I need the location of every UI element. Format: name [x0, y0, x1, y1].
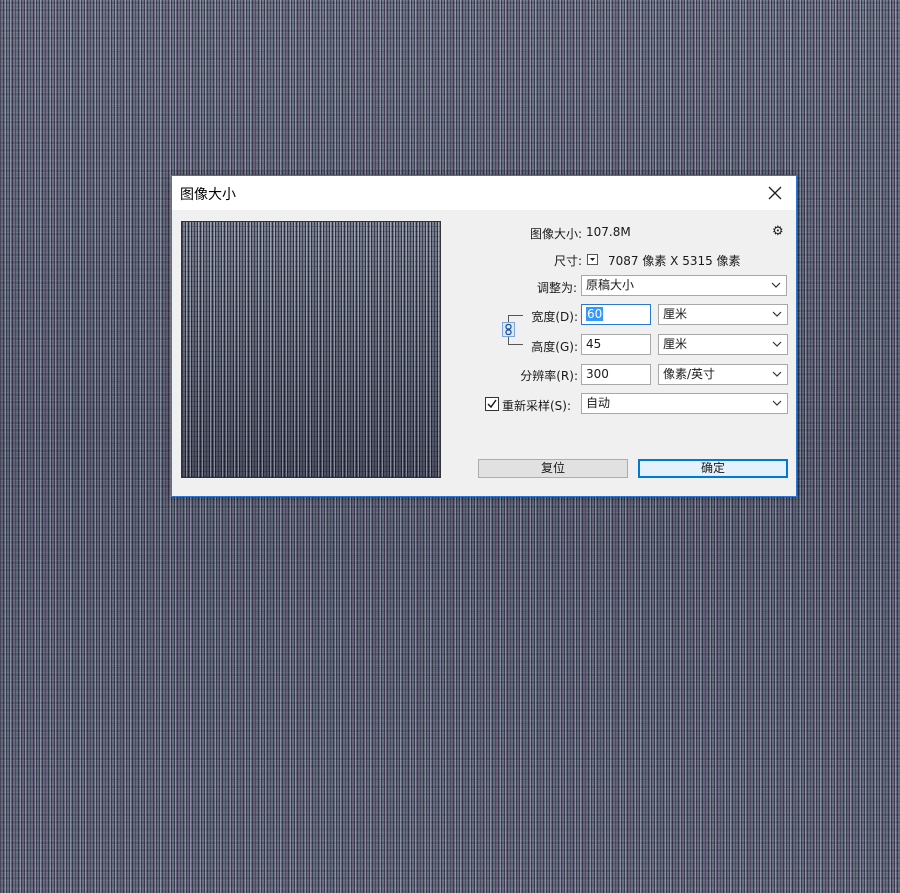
image-preview[interactable] — [181, 221, 441, 478]
reset-button[interactable]: 复位 — [478, 459, 628, 478]
image-size-dialog: 图像大小 图像大小: 107.8M ⚙ 尺寸: 7087 像素 X 5315 像… — [171, 175, 797, 497]
resample-label: 重新采样(S): — [502, 399, 572, 413]
resolution-unit-value: 像素/英寸 — [663, 367, 716, 381]
width-unit-select[interactable]: 厘米 — [658, 304, 788, 325]
chevron-down-icon — [772, 400, 782, 406]
fit-to-value: 原稿大小 — [586, 278, 635, 292]
dimensions-value: 7087 像素 X 5315 像素 — [608, 254, 741, 268]
gear-icon[interactable]: ⚙ — [772, 224, 784, 239]
chevron-down-icon — [772, 341, 782, 347]
chevron-down-icon — [772, 371, 782, 377]
fit-to-select[interactable]: 原稿大小 — [581, 275, 787, 296]
height-unit-select[interactable]: 厘米 — [658, 334, 788, 355]
chevron-down-icon — [771, 282, 781, 288]
width-value: 60 — [586, 307, 604, 321]
dialog-title: 图像大小 — [180, 187, 236, 203]
close-icon — [768, 186, 782, 200]
resolution-unit-select[interactable]: 像素/英寸 — [658, 364, 788, 385]
resample-checkbox[interactable] — [485, 397, 499, 411]
dialog-titlebar[interactable]: 图像大小 — [172, 176, 796, 210]
close-button[interactable] — [760, 179, 790, 207]
dimensions-unit-button[interactable] — [587, 254, 598, 265]
ok-button[interactable]: 确定 — [638, 459, 788, 478]
resolution-value: 300 — [586, 367, 609, 381]
image-size-label: 图像大小: — [529, 227, 582, 241]
chevron-down-icon — [772, 311, 782, 317]
width-input[interactable]: 60 — [581, 304, 651, 325]
image-size-value: 107.8M — [586, 225, 631, 239]
height-value: 45 — [586, 337, 602, 351]
height-unit-value: 厘米 — [663, 337, 688, 351]
width-unit-value: 厘米 — [663, 307, 688, 321]
dimensions-label: 尺寸: — [553, 254, 582, 268]
height-input[interactable]: 45 — [581, 334, 651, 355]
resolution-label: 分辨率(R): — [520, 369, 578, 383]
checkmark-icon — [487, 399, 497, 409]
link-icon — [505, 324, 512, 335]
width-label: 宽度(D): — [531, 310, 578, 324]
chevron-down-icon — [590, 258, 595, 261]
height-label: 高度(G): — [531, 340, 578, 354]
fit-to-label: 调整为: — [536, 281, 577, 295]
resample-method-value: 自动 — [586, 396, 611, 410]
resample-method-select[interactable]: 自动 — [581, 393, 788, 414]
resolution-input[interactable]: 300 — [581, 364, 651, 385]
